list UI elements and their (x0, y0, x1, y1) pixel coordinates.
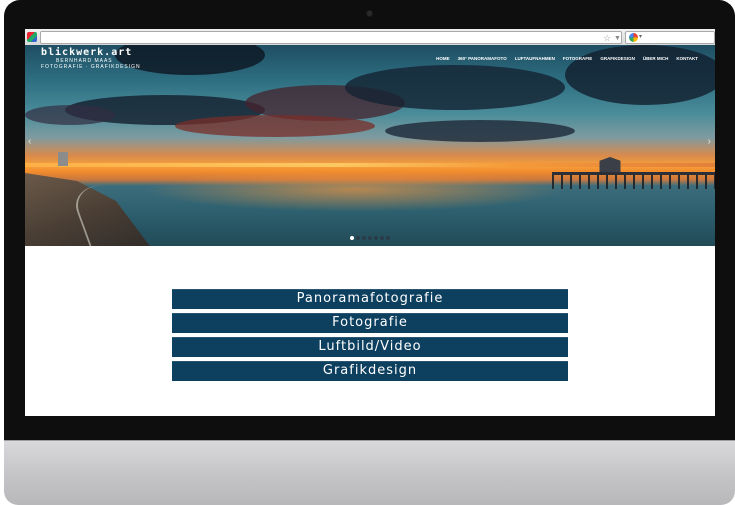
nav-item-home[interactable]: Home (436, 56, 450, 62)
camera-dot (367, 11, 372, 16)
main-nav: Home 360° Panoramafoto Luftaufnahmen Fot… (436, 56, 698, 62)
search-bar[interactable]: ▾ (625, 31, 715, 44)
panoramafotografie-button[interactable]: Panoramafotografie (172, 289, 568, 309)
category-menu: Panoramafotografie Fotografie Luftbild/V… (172, 289, 568, 385)
cloud (385, 120, 575, 142)
fotografie-button[interactable]: Fotografie (172, 313, 568, 333)
browser-toolbar: ☆ ▼ ↻ ▾ (25, 29, 715, 46)
nav-item-fotografie[interactable]: Fotografie (563, 56, 592, 62)
cloud (565, 45, 715, 105)
slider-dot[interactable] (350, 236, 354, 240)
cloud (345, 65, 565, 110)
slider-pagination (350, 236, 390, 240)
star-icon[interactable]: ☆ (603, 33, 611, 44)
grafikdesign-button[interactable]: Grafikdesign (172, 361, 568, 381)
water-reflection (145, 167, 565, 212)
nav-item-360-panoramafoto[interactable]: 360° Panoramafoto (458, 56, 507, 62)
nav-item-ueber-mich[interactable]: Über mich (643, 56, 669, 62)
cloud (175, 115, 375, 137)
chevron-left-icon[interactable]: ‹ (28, 137, 31, 147)
address-bar[interactable]: ☆ ▼ ↻ (40, 31, 632, 44)
dropdown-icon[interactable]: ▼ (614, 33, 621, 44)
pier-legs (552, 175, 715, 189)
cloud (25, 105, 115, 125)
slider-dot[interactable] (356, 236, 360, 240)
search-engine-caret-icon[interactable]: ▾ (639, 32, 642, 42)
nav-item-kontakt[interactable]: Kontakt (676, 56, 698, 62)
lighthouse (58, 152, 68, 166)
monitor-bezel: ☆ ▼ ↻ ▾ (4, 0, 735, 440)
google-icon (629, 33, 638, 42)
site-logo[interactable]: blickwerk.art (41, 48, 132, 58)
screen: ☆ ▼ ↻ ▾ (25, 29, 715, 416)
chevron-right-icon[interactable]: › (708, 137, 711, 147)
nav-item-luftaufnahmen[interactable]: Luftaufnahmen (515, 56, 555, 62)
slider-dot[interactable] (380, 236, 384, 240)
slider-dot[interactable] (362, 236, 366, 240)
cloud (115, 45, 265, 75)
luftbild-video-button[interactable]: Luftbild/Video (172, 337, 568, 357)
slider-dot[interactable] (386, 236, 390, 240)
imac-device: ☆ ▼ ↻ ▾ (4, 0, 735, 505)
logo-subtitle-services: FOTOGRAFIE · GRAFIKDESIGN (41, 64, 141, 70)
favicon-icon (27, 32, 37, 42)
nav-item-grafikdesign[interactable]: Grafikdesign (600, 56, 635, 62)
monitor-chin (4, 440, 735, 505)
slider-dot[interactable] (374, 236, 378, 240)
hero-slider: blickwerk.art BERNHARD MAAS FOTOGRAFIE ·… (25, 45, 715, 246)
slider-dot[interactable] (368, 236, 372, 240)
